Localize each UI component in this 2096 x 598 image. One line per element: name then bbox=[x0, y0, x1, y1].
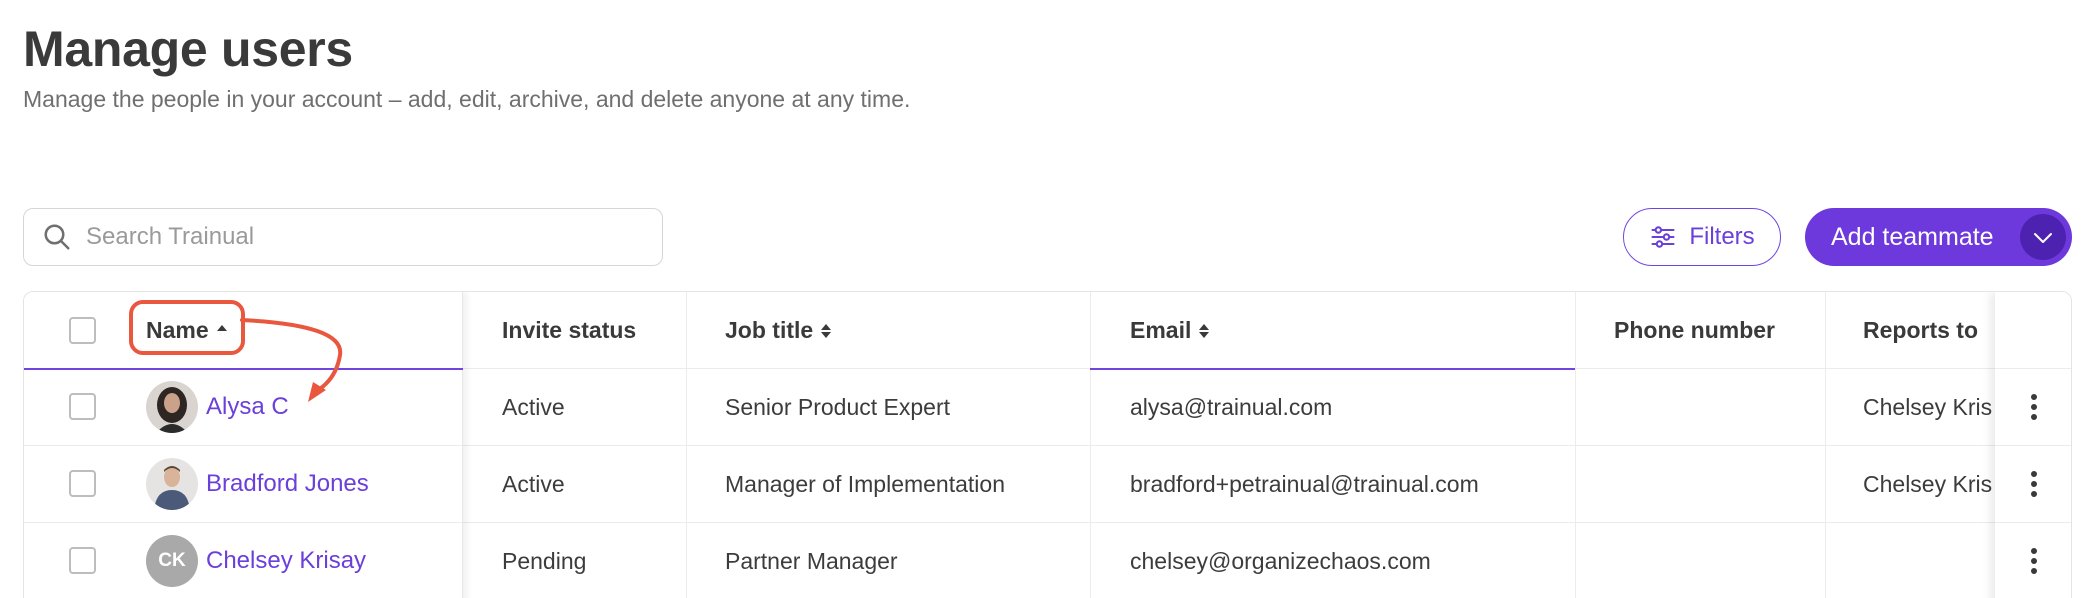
kebab-icon[interactable] bbox=[2029, 393, 2039, 421]
invite-status-cell: Active bbox=[502, 393, 565, 420]
annotation-arrow bbox=[240, 318, 343, 402]
search-input[interactable] bbox=[86, 223, 626, 251]
avatar bbox=[146, 381, 198, 433]
invite-status-cell: Active bbox=[502, 470, 565, 497]
add-teammate-dropdown[interactable] bbox=[2020, 214, 2066, 260]
reports-to-cell: Chelsey Kris bbox=[1863, 470, 1993, 497]
kebab-icon[interactable] bbox=[2029, 470, 2039, 498]
sort-both-icon bbox=[1199, 323, 1210, 338]
header-phone-number[interactable]: Phone number bbox=[1614, 292, 1775, 369]
header-invite-status[interactable]: Invite status bbox=[502, 292, 636, 369]
name-cell: Bradford Jones bbox=[146, 446, 369, 522]
header-reports-to[interactable]: Reports to bbox=[1863, 292, 1978, 369]
email-cell: bradford+petrainual@trainual.com bbox=[1130, 470, 1479, 497]
email-cell: alysa@trainual.com bbox=[1130, 393, 1333, 420]
job-title-cell: Partner Manager bbox=[725, 547, 898, 574]
job-title-cell: Manager of Implementation bbox=[725, 470, 1005, 497]
header-job-title[interactable]: Job title bbox=[725, 292, 833, 369]
search-input-wrapper[interactable] bbox=[23, 208, 663, 266]
avatar: CK bbox=[146, 535, 198, 587]
user-name-link[interactable]: Bradford Jones bbox=[206, 470, 369, 498]
kebab-icon[interactable] bbox=[2029, 547, 2039, 575]
name-cell: CK Chelsey Krisay bbox=[146, 523, 366, 598]
row-checkbox[interactable] bbox=[69, 547, 96, 574]
add-teammate-button[interactable]: Add teammate bbox=[1805, 208, 2072, 266]
row-checkbox[interactable] bbox=[69, 470, 96, 497]
search-icon bbox=[44, 224, 70, 250]
filters-button[interactable]: Filters bbox=[1623, 208, 1781, 266]
invite-status-cell: Pending bbox=[502, 547, 587, 574]
header-email[interactable]: Email bbox=[1130, 292, 1211, 369]
sliders-icon bbox=[1651, 226, 1675, 248]
user-name-link[interactable]: Chelsey Krisay bbox=[206, 547, 366, 575]
filters-label: Filters bbox=[1689, 223, 1755, 250]
reports-to-cell: Chelsey Kris bbox=[1863, 393, 1993, 420]
add-teammate-label: Add teammate bbox=[1831, 222, 1994, 251]
select-all-checkbox[interactable] bbox=[69, 317, 96, 344]
job-title-cell: Senior Product Expert bbox=[725, 393, 951, 420]
page-subtitle: Manage the people in your account – add,… bbox=[23, 86, 911, 112]
email-cell: chelsey@organizechaos.com bbox=[1130, 547, 1431, 574]
actions-column bbox=[1995, 292, 2071, 598]
annotation-highlight-box bbox=[129, 300, 245, 355]
avatar bbox=[146, 458, 198, 510]
page-title: Manage users bbox=[23, 21, 353, 77]
chevron-down-icon bbox=[2034, 233, 2052, 243]
row-checkbox[interactable] bbox=[69, 393, 96, 420]
sort-both-icon bbox=[821, 323, 832, 338]
